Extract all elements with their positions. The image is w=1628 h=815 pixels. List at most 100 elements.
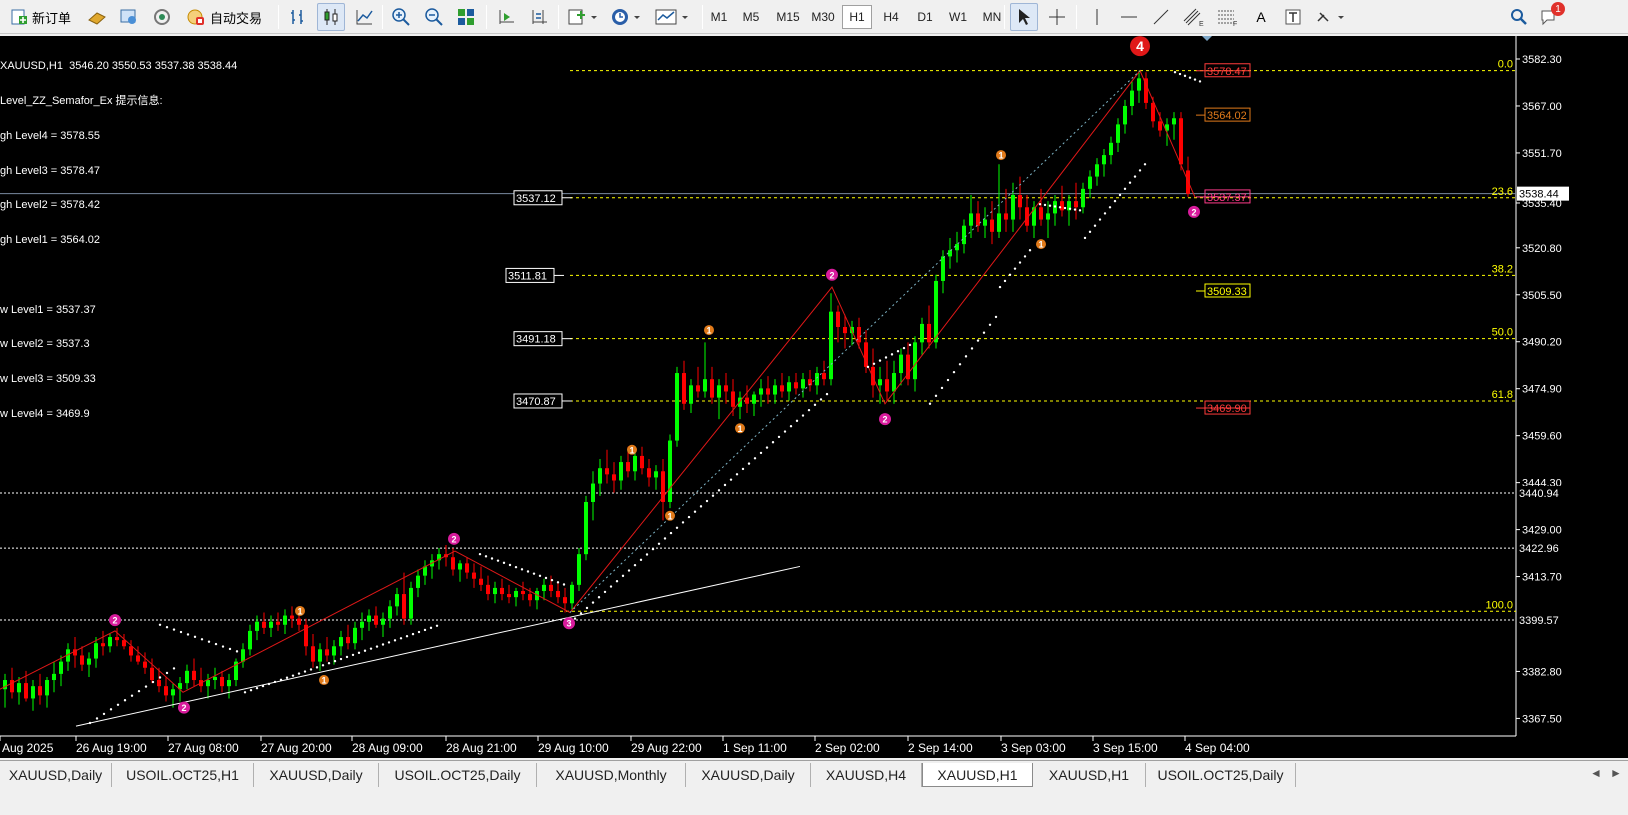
new-order-button[interactable]: 新订单 xyxy=(4,3,77,31)
timeframe-m30-button[interactable]: M30 xyxy=(806,5,840,29)
sar-dot xyxy=(819,398,823,401)
auto-trading-button[interactable]: 自动交易 xyxy=(180,3,268,31)
tile-windows-button[interactable] xyxy=(453,3,479,31)
candle-body xyxy=(59,661,63,674)
timeframe-m5-button[interactable]: M5 xyxy=(736,5,766,29)
tab-scroll-right-icon[interactable]: ► xyxy=(1610,766,1622,780)
sar-dot xyxy=(970,347,974,350)
sar-dot xyxy=(735,473,739,476)
chart-tab[interactable]: XAUUSD,H1 xyxy=(1033,763,1146,787)
candle-body xyxy=(584,501,588,555)
timeframe-h1-button[interactable]: H1 xyxy=(842,5,872,29)
sar-dot xyxy=(998,285,1002,289)
timeframe-h4-button[interactable]: H4 xyxy=(876,5,906,29)
vertical-line-button[interactable] xyxy=(1084,3,1110,31)
chart-tab[interactable]: USOIL.OCT25,H1 xyxy=(112,763,254,787)
gold-bars-button[interactable] xyxy=(84,3,110,31)
chart-tab[interactable]: XAUUSD,H4 xyxy=(811,763,922,787)
timeframe-m15-button[interactable]: M15 xyxy=(771,5,805,29)
candle-body xyxy=(878,379,882,386)
timeframe-d1-button[interactable]: D1 xyxy=(910,5,940,29)
market-watch-button[interactable] xyxy=(116,3,142,31)
sar-dot xyxy=(1183,74,1187,78)
text-label-button[interactable] xyxy=(1280,3,1306,31)
sar-dot xyxy=(193,635,197,639)
candle-body xyxy=(143,661,147,668)
sar-dot xyxy=(609,585,613,588)
candle-body xyxy=(325,649,329,656)
chart-shift-button[interactable] xyxy=(526,3,552,31)
auto-scroll-button[interactable] xyxy=(493,3,519,31)
sar-dot xyxy=(711,494,715,497)
equidistant-channel-button[interactable]: E xyxy=(1180,3,1208,31)
chart-tab[interactable]: USOIL.OCT25,Daily xyxy=(1146,763,1296,787)
chart-window[interactable]: 3582.30 3567.00 3551.70 3535.40 3520.80 3505.… xyxy=(0,36,1628,758)
candle-body xyxy=(353,627,357,644)
sar-dot xyxy=(902,346,906,350)
arrows-button[interactable] xyxy=(1312,3,1352,31)
fibonacci-button[interactable]: F xyxy=(1214,3,1242,31)
periods-button[interactable] xyxy=(608,3,644,31)
templates-button[interactable] xyxy=(652,3,694,31)
price-chart[interactable]: 3582.303567.003551.703535.403520.803505.… xyxy=(0,36,1628,758)
signals-button[interactable] xyxy=(149,3,175,31)
text-label-icon xyxy=(1285,9,1301,25)
text-tool-button[interactable]: A xyxy=(1248,3,1274,31)
sar-dot xyxy=(1058,206,1062,209)
chart-tab[interactable]: XAUUSD,Monthly xyxy=(537,763,686,787)
candle-body xyxy=(745,397,749,404)
sar-dot xyxy=(1188,76,1192,79)
horizontal-line-button[interactable] xyxy=(1116,3,1142,31)
candle-body xyxy=(1046,213,1050,220)
info-line: w Level2 = 3537.3 xyxy=(0,338,90,351)
bar-chart-button[interactable] xyxy=(285,3,311,31)
tab-scroll-left-icon[interactable]: ◄ xyxy=(1590,766,1602,780)
chart-tab[interactable]: XAUUSD,Daily xyxy=(686,763,811,787)
candle-body xyxy=(514,591,518,598)
sar-dot xyxy=(795,419,799,423)
semafor-marker-label: 2 xyxy=(181,703,186,713)
indicators-button[interactable] xyxy=(565,3,601,31)
price-tick-label: 3367.50 xyxy=(1522,713,1562,725)
info-line: w Level1 = 3537.37 xyxy=(0,303,96,316)
notifications-button[interactable]: 1 xyxy=(1536,2,1565,31)
fib-level-label: 50.0 xyxy=(1492,327,1513,339)
cursor-tool-button[interactable] xyxy=(1010,3,1038,31)
candle-body xyxy=(682,373,686,404)
zoom-out-button[interactable] xyxy=(421,3,447,31)
chart-tab[interactable]: XAUUSD,Daily xyxy=(0,763,112,787)
zoom-in-button[interactable] xyxy=(388,3,414,31)
candle-body xyxy=(1172,118,1176,125)
sar-dot xyxy=(693,510,697,513)
line-chart-button[interactable] xyxy=(351,3,377,31)
trendline-button[interactable] xyxy=(1148,3,1174,31)
timeframe-m1-button[interactable]: M1 xyxy=(704,5,734,29)
search-button[interactable] xyxy=(1506,3,1532,31)
sar-dot xyxy=(976,339,980,342)
candlestick-chart-button[interactable] xyxy=(317,3,345,31)
sar-dot xyxy=(777,435,781,439)
sar-dot xyxy=(1073,208,1077,211)
new-order-icon xyxy=(11,9,27,25)
candle-body xyxy=(1011,194,1015,220)
sar-dot xyxy=(825,392,829,396)
fib-level-label: 0.0 xyxy=(1498,59,1513,71)
info-line: gh Level4 = 3578.55 xyxy=(0,129,101,142)
timeframe-w1-button[interactable]: W1 xyxy=(943,5,973,29)
chart-tab[interactable]: XAUUSD,Daily xyxy=(254,763,379,787)
chart-tab[interactable]: USOIL.OCT25,Daily xyxy=(379,763,537,787)
sar-dot xyxy=(478,552,482,556)
candle-body xyxy=(941,256,945,281)
tab-active[interactable]: XAUUSD,H1 xyxy=(922,763,1033,787)
candle-body xyxy=(843,326,847,334)
candle-body xyxy=(717,385,721,398)
candle-body xyxy=(1018,194,1022,208)
candle-body xyxy=(1109,142,1113,156)
sar-dot xyxy=(1083,236,1087,240)
candle-body xyxy=(1032,207,1036,226)
candle-body xyxy=(220,676,224,687)
candle-body xyxy=(724,385,728,392)
candle-body xyxy=(248,630,252,650)
zoom-in-icon xyxy=(392,8,410,26)
crosshair-button[interactable] xyxy=(1044,3,1070,31)
